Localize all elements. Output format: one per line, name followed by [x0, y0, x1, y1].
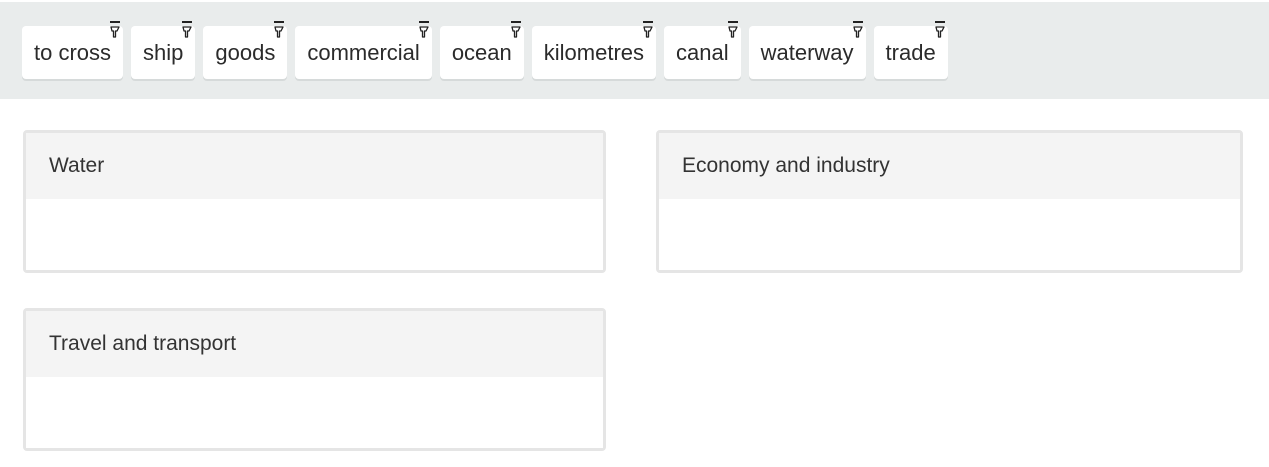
drop-zone-economy-and-industry[interactable]: Economy and industry — [656, 130, 1243, 273]
draggable-word-goods[interactable]: goods — [203, 21, 288, 79]
drop-zone-water[interactable]: Water — [23, 130, 606, 273]
drag-handle-icon — [418, 21, 429, 38]
word-label: canal — [676, 40, 729, 65]
draggable-word-ship[interactable]: ship — [131, 21, 196, 79]
draggable-word-canal[interactable]: canal — [664, 21, 741, 79]
drop-zone-title: Water — [26, 133, 603, 199]
drag-handle-icon — [727, 21, 738, 38]
word-label: trade — [885, 40, 936, 65]
draggable-word-commercial[interactable]: commercial — [295, 21, 432, 79]
draggable-word-waterway[interactable]: waterway — [748, 21, 866, 79]
word-label: waterway — [760, 40, 854, 65]
draggable-word-ocean[interactable]: ocean — [439, 21, 524, 79]
word-list: to cross ship goods commercial ocean kil… — [22, 21, 948, 79]
draggable-word-kilometres[interactable]: kilometres — [531, 21, 657, 79]
drag-handle-icon — [274, 21, 285, 38]
drag-handle-icon — [110, 21, 121, 38]
word-label: ocean — [451, 40, 512, 65]
drag-handle-icon — [934, 21, 945, 38]
draggable-word-to-cross[interactable]: to cross — [22, 21, 124, 79]
drop-zone-travel-and-transport[interactable]: Travel and transport — [23, 308, 606, 451]
drag-and-drop-exercise: to cross ship goods commercial ocean kil… — [0, 0, 1269, 467]
drag-handle-icon — [182, 21, 193, 38]
word-label: kilometres — [543, 40, 645, 65]
drop-zone-area[interactable] — [26, 199, 603, 270]
drop-zone-area[interactable] — [26, 377, 603, 448]
word-label: ship — [143, 40, 184, 65]
word-pool: to cross ship goods commercial ocean kil… — [0, 0, 1269, 99]
drop-zone-title: Travel and transport — [26, 311, 603, 377]
word-label: to cross — [34, 40, 112, 65]
drag-handle-icon — [643, 21, 654, 38]
drag-handle-icon — [510, 21, 521, 38]
word-label: commercial — [307, 40, 420, 65]
word-label: goods — [215, 40, 276, 65]
drop-zone-area[interactable] — [659, 199, 1240, 270]
drag-handle-icon — [852, 21, 863, 38]
drop-zone-title: Economy and industry — [659, 133, 1240, 199]
draggable-word-trade[interactable]: trade — [873, 21, 948, 79]
